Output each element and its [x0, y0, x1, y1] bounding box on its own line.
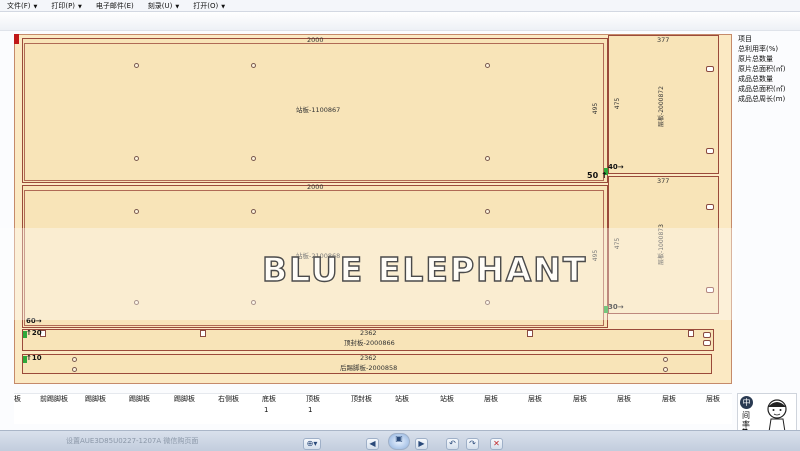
part-6-width: 2362 [360, 354, 377, 362]
previous-icon[interactable]: ◀ [366, 438, 379, 450]
arrow-right-icon: → [617, 163, 624, 171]
drill-hole [703, 332, 711, 338]
table-column[interactable]: 层板 [528, 394, 542, 424]
drill-hole [703, 340, 711, 346]
drill-hole [485, 63, 490, 68]
table-column[interactable]: 层板 [706, 394, 720, 424]
header-strip [0, 12, 800, 31]
drill-hole [706, 148, 714, 154]
table-column[interactable]: 顶封板 [351, 394, 372, 424]
avatar-badge: 中 [740, 396, 753, 409]
gap-marker-20: ↑20 [26, 329, 42, 337]
menu-bar: 文件(F) ▼ 打印(P) ▼ 电子邮件(E) 刻录(U) ▼ 打开(O) ▼ [0, 0, 800, 12]
table-column[interactable]: 站板 [440, 394, 454, 424]
part-3-label: 层板-2000872 [657, 86, 665, 127]
part-4-width: 377 [657, 177, 670, 185]
drill-hole [663, 367, 668, 372]
table-column[interactable]: 踢脚板 [85, 394, 106, 424]
watermark-logo: BLUE ELEPHANT [261, 249, 588, 289]
drill-hole [485, 156, 490, 161]
stats-item: 成品总面积(㎡) [738, 85, 786, 93]
next-icon[interactable]: ▶ [415, 438, 428, 450]
drill-slot [527, 330, 533, 337]
drill-hole [134, 63, 139, 68]
parts-table: 板 前踢脚板 踢脚板 踢脚板 踢脚板 右侧板 底板 1 顶板 1 顶封板 站板 站板… [14, 393, 732, 424]
stats-item: 项目 [738, 35, 752, 43]
drill-hole [72, 357, 77, 362]
status-text: 设置AUE3D85U0227-1207A 微信购页面 [66, 437, 199, 445]
part-2-width: 2000 [307, 183, 324, 191]
rotate-left-icon[interactable]: ↶ [446, 438, 459, 450]
drill-hole [251, 156, 256, 161]
part-3-height: 475 [614, 97, 622, 110]
table-column[interactable]: 顶板 1 [306, 394, 320, 424]
drill-hole [72, 367, 77, 372]
sheet-origin-marker [14, 34, 19, 44]
delete-icon[interactable]: ✕ [490, 438, 503, 450]
table-column[interactable]: 右侧板 [218, 394, 239, 424]
stats-item: 原片总数量 [738, 55, 773, 63]
table-column[interactable]: 前踢脚板 [40, 394, 68, 424]
gap-marker-40: 40→ [608, 163, 624, 171]
chevron-down-icon: ▼ [78, 3, 82, 10]
drill-hole [706, 204, 714, 210]
stats-panel: 项目 总利用率(%) 原片总数量 原片总面积(㎡) 成品总数量 成品总面积(㎡)… [736, 34, 800, 384]
rotate-right-icon[interactable]: ↷ [466, 438, 479, 450]
menu-print[interactable]: 打印(P) ▼ [44, 1, 89, 11]
part-1-width: 2000 [307, 36, 324, 44]
menu-open[interactable]: 打开(O) ▼ [186, 1, 232, 11]
arrow-up-icon: ↑ [598, 171, 608, 180]
menu-email[interactable]: 电子邮件(E) [89, 1, 141, 11]
part-6-label: 后踢脚板-2000858 [340, 364, 398, 372]
part-3-width: 377 [657, 36, 670, 44]
part-1-label: 站板-1100867 [296, 106, 341, 114]
table-column[interactable]: 踢脚板 [129, 394, 150, 424]
drill-slot [200, 330, 206, 337]
stats-item: 成品总周长(m) [738, 95, 786, 103]
chevron-down-icon: ▼ [221, 3, 226, 10]
table-column[interactable]: 层板 [573, 394, 587, 424]
stats-item: 成品总数量 [738, 75, 773, 83]
menu-file[interactable]: 文件(F) ▼ [0, 1, 44, 11]
table-column[interactable]: 板 [14, 394, 21, 424]
drill-hole [251, 63, 256, 68]
zoom-icon[interactable]: ⊕▾ [303, 438, 321, 450]
chevron-down-icon: ▼ [175, 3, 180, 10]
drill-hole [134, 156, 139, 161]
drill-hole [663, 357, 668, 362]
part-5-label: 顶封板-2000866 [344, 339, 395, 347]
drill-hole [251, 209, 256, 214]
stats-item: 总利用率(%) [738, 45, 779, 53]
table-column[interactable]: 底板 1 [262, 394, 276, 424]
table-column[interactable]: 层板 [662, 394, 676, 424]
drill-hole [485, 209, 490, 214]
stats-item: 原片总面积(㎡) [738, 65, 786, 73]
cartoon-face-icon [767, 399, 787, 433]
menu-burn[interactable]: 刻录(U) ▼ [141, 1, 186, 11]
chevron-down-icon: ▼ [33, 3, 38, 10]
table-column[interactable]: 层板 [484, 394, 498, 424]
table-column[interactable]: 站板 [395, 394, 409, 424]
part-1-height: 495 [592, 102, 600, 115]
drill-hole [706, 66, 714, 72]
gap-marker-10: ↑10 [26, 354, 42, 362]
drill-slot [688, 330, 694, 337]
drill-hole [134, 209, 139, 214]
table-column[interactable]: 踢脚板 [174, 394, 195, 424]
part-5-width: 2362 [360, 329, 377, 337]
gap-marker-50: 50 ↑ [587, 171, 608, 180]
table-column[interactable]: 层板 [617, 394, 631, 424]
slideshow-icon[interactable]: ▣ [388, 433, 410, 450]
